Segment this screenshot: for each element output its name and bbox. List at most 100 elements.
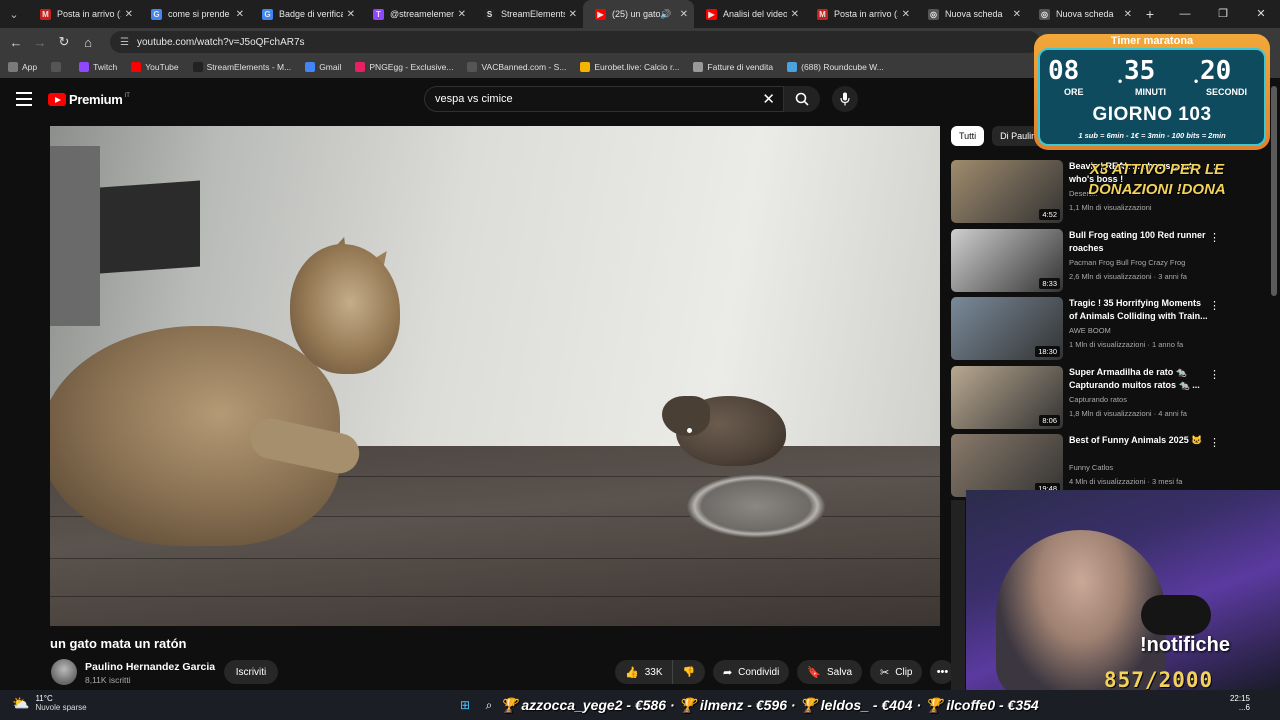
search-input[interactable]: vespa vs cimice ✕ <box>424 86 784 112</box>
bookmark-item[interactable] <box>51 62 65 72</box>
video-thumbnail[interactable]: 18:30 <box>951 297 1063 360</box>
tab-title: come si prende il <box>168 9 232 19</box>
studio-microphone <box>1141 595 1211 635</box>
browser-tab[interactable]: ▶ Analisi del video ✕ <box>694 0 805 28</box>
recommended-title[interactable]: Best of Funny Animals 2025 🐱 <box>1069 434 1209 447</box>
channel-name[interactable]: Paulino Hernandez Garcia <box>85 661 215 673</box>
clip-button[interactable]: ✂ Clip <box>870 660 923 684</box>
video-thumbnail[interactable]: 4:52 <box>951 160 1063 223</box>
maximize-icon[interactable]: ❐ <box>1204 0 1242 28</box>
weather-widget[interactable]: ⛅ 11°C Nuvole sparse <box>12 694 87 712</box>
subscribe-button[interactable]: Iscriviti <box>224 660 278 684</box>
speaker-icon[interactable]: 🔊 <box>660 9 671 20</box>
recommended-channel[interactable]: Capturando ratos <box>1069 395 1127 404</box>
menu-icon[interactable] <box>16 92 32 106</box>
clear-search-icon[interactable]: ✕ <box>762 90 775 108</box>
recommended-video[interactable]: 18:30 Tragic ! 35 Horrifying Moments of A… <box>951 297 1251 361</box>
video-player[interactable] <box>50 126 940 626</box>
close-window-icon[interactable]: ✕ <box>1242 0 1280 28</box>
recommended-video[interactable]: 8:06 Super Armadilha de rato 🐀 Capturando… <box>951 365 1251 430</box>
bookmark-item[interactable]: VACBanned.com - S... <box>467 62 566 72</box>
more-options-icon[interactable]: ⋮ <box>1209 231 1220 244</box>
cloud-icon: ⛅ <box>12 694 30 711</box>
browser-tab[interactable]: G Badge di verifica ✕ <box>250 0 361 28</box>
page-scrollbar[interactable] <box>1271 86 1277 296</box>
bookmark-item[interactable]: PNGEgg - Exclusive... <box>355 62 453 72</box>
home-icon[interactable]: ⌂ <box>76 35 100 50</box>
bookmark-item[interactable]: Twitch <box>79 62 117 72</box>
recommended-channel[interactable]: Pacman Frog Bull Frog Crazy Frog <box>1069 258 1185 267</box>
bookmark-item[interactable]: YouTube <box>131 62 179 72</box>
close-tab-icon[interactable]: ✕ <box>1124 9 1132 20</box>
recommended-title[interactable]: Tragic ! 35 Horrifying Moments of Animal… <box>1069 297 1209 323</box>
bookmark-item[interactable]: Gmail <box>305 62 341 72</box>
close-tab-icon[interactable]: ✕ <box>680 9 688 20</box>
more-options-icon[interactable]: ⋮ <box>1209 299 1220 312</box>
browser-tab[interactable]: M Posta in arrivo (1) ✕ <box>28 0 139 28</box>
bookmark-label: YouTube <box>145 62 179 72</box>
bookmark-icon <box>192 62 203 72</box>
bookmark-item[interactable]: Fatture di vendita <box>693 62 773 72</box>
close-tab-icon[interactable]: ✕ <box>902 9 910 20</box>
bookmark-item[interactable]: (688) Roundcube W... <box>787 62 884 72</box>
voice-search-button[interactable] <box>832 86 858 112</box>
recommended-channel[interactable]: AWE BOOM <box>1069 326 1111 335</box>
back-icon[interactable]: ← <box>4 35 28 50</box>
filter-chip[interactable]: Tutti <box>951 126 985 146</box>
recommended-title[interactable]: Bull Frog eating 100 Red runner roaches <box>1069 229 1209 255</box>
close-tab-icon[interactable]: ✕ <box>458 9 466 20</box>
close-tab-icon[interactable]: ✕ <box>125 9 133 20</box>
like-button[interactable]: 👍 33K <box>615 660 673 684</box>
share-button[interactable]: ➦ Condividi <box>712 660 790 684</box>
tab-favicon-icon: G <box>262 8 273 20</box>
more-options-icon[interactable]: ⋮ <box>1209 436 1220 449</box>
save-button[interactable]: 🔖 Salva <box>797 660 863 684</box>
browser-tab[interactable]: ◎ Nuova scheda ✕ <box>916 0 1027 28</box>
video-duration: 18:30 <box>1035 346 1060 357</box>
bookmark-item[interactable]: StreamElements - M... <box>192 62 291 72</box>
weather-text: Nuvole sparse <box>35 703 87 712</box>
browser-tab[interactable]: S StreamElements ✕ <box>472 0 583 28</box>
taskbar-search-icon[interactable]: ⌕ <box>478 695 500 715</box>
recommended-title[interactable]: Super Armadilha de rato 🐀 Capturando mui… <box>1069 366 1209 392</box>
recommended-video[interactable]: 8:33 Bull Frog eating 100 Red runner roac… <box>951 228 1251 293</box>
bookmark-item[interactable]: App <box>8 62 37 72</box>
video-thumbnail[interactable]: 8:33 <box>951 228 1063 292</box>
tab-favicon-icon: S <box>484 8 495 20</box>
bookmark-icon <box>355 62 366 72</box>
site-info-icon[interactable]: ☰ <box>120 37 129 48</box>
tab-title: Posta in arrivo (1) <box>57 9 121 19</box>
video-thumbnail[interactable]: 8:06 <box>951 365 1063 429</box>
url-input[interactable]: ☰ youtube.com/watch?v=J5oQFchAR7s <box>110 31 1040 53</box>
close-tab-icon[interactable]: ✕ <box>1013 9 1021 20</box>
minimize-icon[interactable]: — <box>1166 0 1204 28</box>
browser-tab[interactable]: ▶ (25) un gato m🔊 ✕ <box>583 0 694 28</box>
close-tab-icon[interactable]: ✕ <box>569 9 577 20</box>
close-tab-icon[interactable]: ✕ <box>347 9 355 20</box>
dislike-button[interactable]: 👎 <box>673 667 705 678</box>
bookmark-item[interactable]: Eurobet.live: Calcio r... <box>580 62 679 72</box>
close-tab-icon[interactable]: ✕ <box>236 9 244 20</box>
browser-tab[interactable]: ◎ Nuova scheda ✕ <box>1027 0 1138 28</box>
recommended-video[interactable]: 19:48 Best of Funny Animals 2025 🐱 Funny C… <box>951 434 1251 498</box>
forward-icon[interactable]: → <box>28 35 52 50</box>
tab-title: @streamelements <box>390 9 454 19</box>
reload-icon[interactable]: ↻ <box>52 34 76 50</box>
video-thumbnail[interactable]: 19:48 <box>951 434 1063 497</box>
close-tab-icon[interactable]: ✕ <box>791 9 799 20</box>
recommended-channel[interactable]: Funny Catlos <box>1069 463 1113 472</box>
windows-start-icon[interactable]: ⊞ <box>454 695 476 715</box>
new-tab-button[interactable]: + <box>1138 6 1162 22</box>
system-clock[interactable]: 22:15 ...6 <box>1230 694 1250 712</box>
youtube-logo[interactable]: Premium IT <box>48 92 130 107</box>
browser-tab[interactable]: Gcome si prende il ✕ <box>139 0 250 28</box>
browser-tab[interactable]: M Posta in arrivo (1) ✕ <box>805 0 916 28</box>
bookmark-label: Gmail <box>319 62 342 72</box>
more-options-icon[interactable]: ⋮ <box>1209 368 1220 381</box>
like-count: 33K <box>644 666 663 678</box>
tab-list: M Posta in arrivo (1) ✕ Gcome si prende il ✕… <box>28 0 1138 28</box>
browser-tab[interactable]: T @streamelements ✕ <box>361 0 472 28</box>
search-button[interactable] <box>784 86 820 112</box>
channel-avatar[interactable] <box>51 659 77 685</box>
tab-search-button[interactable]: ⌄ <box>0 0 28 28</box>
